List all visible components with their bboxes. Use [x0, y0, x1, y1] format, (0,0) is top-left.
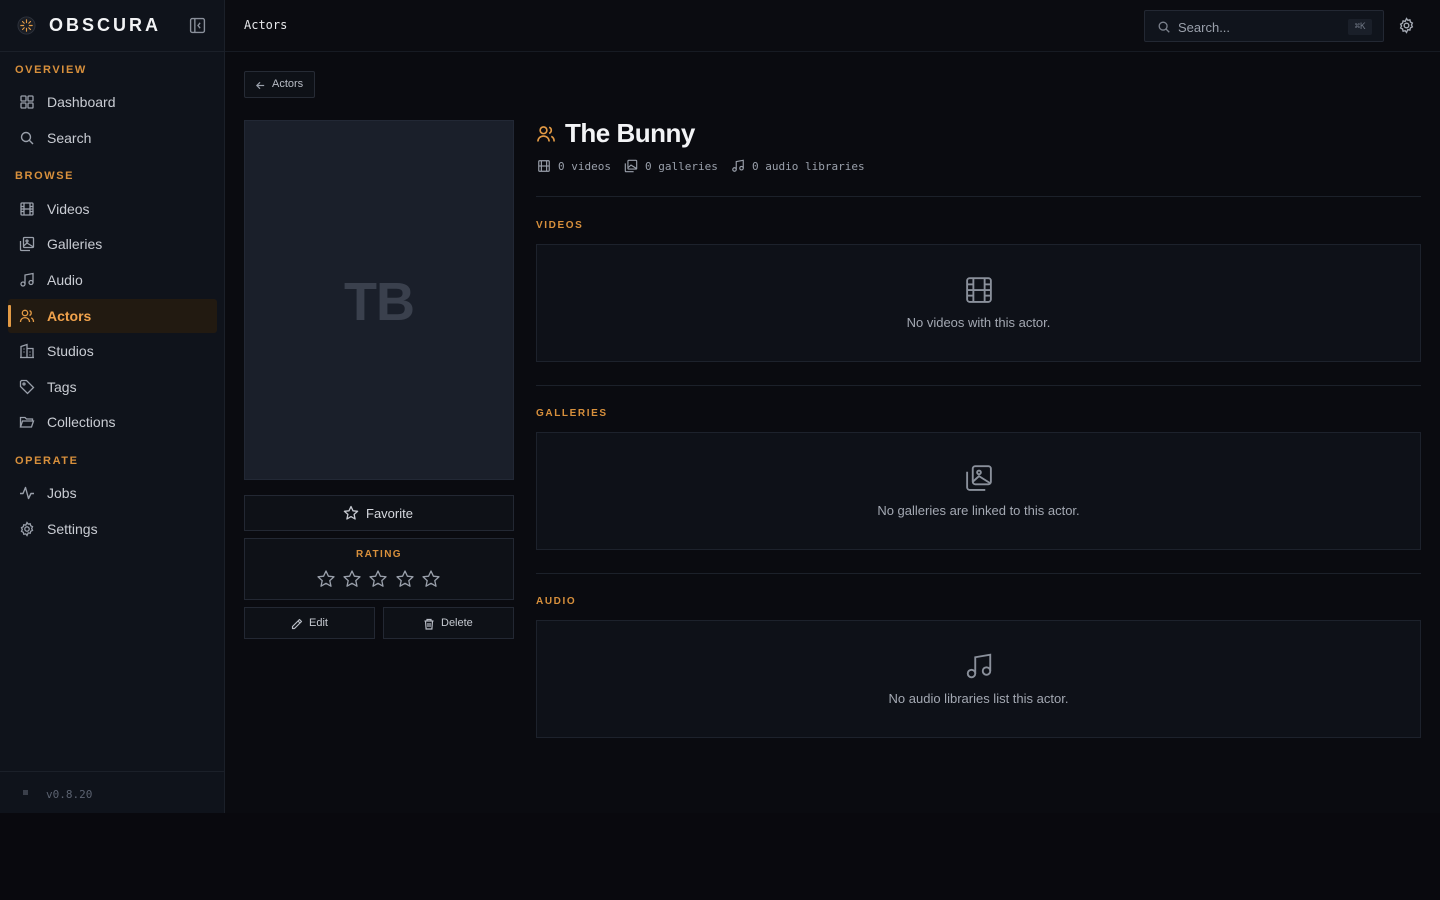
sidebar-item-collections[interactable]: Collections	[8, 405, 217, 439]
page-bottom	[0, 813, 1440, 900]
back-button-label: Actors	[272, 78, 304, 90]
folder-icon	[19, 416, 35, 428]
music-note-icon	[20, 272, 34, 287]
videos-empty-text: No videos with this actor.	[906, 315, 1051, 330]
rating-star-5[interactable]	[421, 569, 441, 589]
sidebar-item-label: Videos	[47, 201, 90, 217]
sidebar-footer: v0.8.20	[0, 771, 224, 813]
rating-label: RATING	[356, 549, 402, 560]
users-icon	[537, 126, 555, 142]
arrow-left-icon	[255, 81, 265, 90]
sidebar-item-label: Jobs	[47, 485, 77, 501]
videos-section-title: VIDEOS	[536, 220, 584, 231]
status-indicator	[23, 790, 28, 795]
sidebar-item-label: Galleries	[47, 236, 103, 252]
trash-icon	[424, 618, 434, 630]
search-icon	[1158, 21, 1170, 33]
sidebar: OBSCURA OVERVIEW Dashboard Search BROWSE…	[0, 0, 225, 813]
film-icon	[20, 202, 34, 216]
delete-button[interactable]: Delete	[383, 607, 514, 639]
music-note-icon	[732, 159, 744, 172]
brand-header: OBSCURA	[0, 0, 224, 52]
sidebar-item-jobs[interactable]: Jobs	[8, 476, 217, 510]
section-label-overview: OVERVIEW	[15, 64, 87, 76]
audio-section-title: AUDIO	[536, 596, 577, 607]
film-icon	[538, 160, 550, 172]
sidebar-item-audio[interactable]: Audio	[8, 263, 217, 297]
activity-icon	[20, 486, 34, 500]
building-icon	[20, 343, 34, 359]
stat-galleries-label: 0 galleries	[645, 160, 718, 173]
rating-star-4[interactable]	[395, 569, 415, 589]
page-title: Actors	[244, 18, 288, 32]
version-label: v0.8.20	[46, 788, 93, 801]
sidebar-item-search[interactable]: Search	[8, 121, 217, 155]
galleries-empty-text: No galleries are linked to this actor.	[877, 503, 1080, 518]
divider	[536, 385, 1421, 386]
sidebar-item-label: Tags	[47, 379, 77, 395]
star-icon	[343, 505, 359, 520]
tag-icon	[19, 379, 35, 395]
sidebar-item-galleries[interactable]: Galleries	[8, 227, 217, 261]
edit-button[interactable]: Edit	[244, 607, 375, 639]
divider	[536, 573, 1421, 574]
gallery-icon	[19, 236, 35, 252]
pencil-icon	[291, 618, 303, 630]
search-icon	[20, 131, 34, 145]
film-icon	[966, 277, 992, 303]
rating-star-1[interactable]	[316, 569, 336, 589]
users-icon	[19, 309, 35, 323]
gallery-icon	[966, 465, 992, 491]
sidebar-item-studios[interactable]: Studios	[8, 334, 217, 368]
sidebar-item-label: Dashboard	[47, 94, 116, 110]
gallery-icon	[624, 159, 638, 173]
topbar: Actors ⌘K	[225, 0, 1440, 52]
actor-name: The Bunny	[565, 118, 695, 148]
rating-star-3[interactable]	[368, 569, 388, 589]
collapse-sidebar-icon[interactable]	[189, 17, 206, 34]
logo-icon	[17, 16, 36, 35]
stat-audio-label: 0 audio libraries	[752, 160, 865, 173]
divider	[536, 196, 1421, 197]
sidebar-item-settings[interactable]: Settings	[8, 512, 217, 546]
sidebar-item-dashboard[interactable]: Dashboard	[8, 85, 217, 119]
search-input[interactable]	[1178, 17, 1338, 37]
galleries-section-title: GALLERIES	[536, 408, 608, 419]
edit-label: Edit	[309, 617, 328, 629]
sidebar-item-label: Collections	[47, 414, 116, 430]
audio-empty-panel: No audio libraries list this actor.	[536, 620, 1421, 738]
section-label-browse: BROWSE	[15, 170, 75, 182]
back-button[interactable]: Actors	[244, 71, 315, 98]
stat-videos-label: 0 videos	[558, 160, 611, 173]
sidebar-item-label: Settings	[47, 521, 98, 537]
shortcut-badge: ⌘K	[1348, 19, 1372, 35]
dashboard-icon	[20, 95, 34, 109]
delete-label: Delete	[441, 617, 473, 629]
rating-panel: RATING	[244, 538, 514, 600]
galleries-empty-panel: No galleries are linked to this actor.	[536, 432, 1421, 550]
sidebar-item-label: Audio	[47, 272, 83, 288]
audio-empty-text: No audio libraries list this actor.	[888, 691, 1069, 706]
favorite-label: Favorite	[366, 506, 413, 521]
sidebar-item-label: Search	[47, 130, 92, 146]
rating-star-2[interactable]	[342, 569, 362, 589]
global-search[interactable]: ⌘K	[1144, 10, 1384, 42]
sidebar-item-actors[interactable]: Actors	[8, 299, 217, 333]
favorite-button[interactable]: Favorite	[244, 495, 514, 531]
sidebar-item-label: Actors	[47, 308, 92, 324]
avatar-initials: TB	[344, 272, 415, 332]
music-note-icon	[966, 653, 992, 679]
gear-icon[interactable]	[1398, 17, 1415, 34]
sidebar-item-tags[interactable]: Tags	[8, 370, 217, 404]
actor-avatar: TB	[244, 120, 514, 480]
gear-icon	[20, 521, 34, 537]
sidebar-item-label: Studios	[47, 343, 94, 359]
videos-empty-panel: No videos with this actor.	[536, 244, 1421, 362]
sidebar-item-videos[interactable]: Videos	[8, 192, 217, 226]
section-label-operate: OPERATE	[15, 455, 79, 467]
brand-name: OBSCURA	[49, 15, 162, 35]
